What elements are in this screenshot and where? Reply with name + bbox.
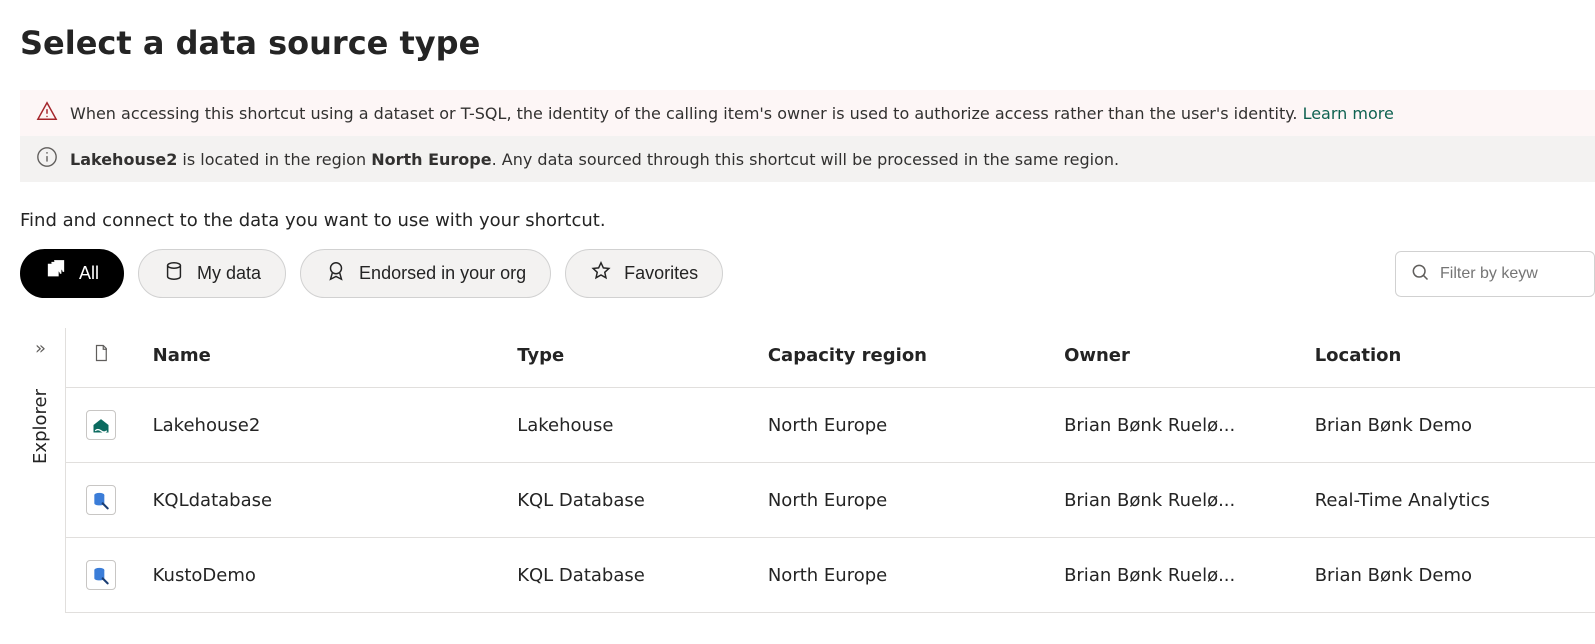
info-icon: [36, 146, 58, 172]
filter-favorites-label: Favorites: [624, 263, 698, 284]
cell-name: KustoDemo: [137, 538, 502, 613]
chevron-expand-icon[interactable]: »: [35, 338, 46, 359]
ribbon-icon: [325, 260, 347, 287]
cell-type: KQL Database: [501, 538, 752, 613]
filter-mydata-button[interactable]: My data: [138, 249, 286, 298]
filter-endorsed-button[interactable]: Endorsed in your org: [300, 249, 551, 298]
cell-location: Brian Bønk Demo: [1299, 538, 1595, 613]
filter-toolbar: All My data Endorsed in your org Favorit…: [20, 249, 1595, 298]
explorer-rail: » Explorer: [20, 328, 65, 613]
filter-all-button[interactable]: All: [20, 249, 124, 298]
search-input[interactable]: [1440, 265, 1580, 283]
cell-location: Real-Time Analytics: [1299, 463, 1595, 538]
star-icon: [590, 260, 612, 287]
cell-region: North Europe: [752, 538, 1048, 613]
cell-owner: Brian Bønk Ruelø...: [1048, 538, 1299, 613]
col-header-region[interactable]: Capacity region: [752, 328, 1048, 388]
col-header-name[interactable]: Name: [137, 328, 502, 388]
cell-type: KQL Database: [501, 463, 752, 538]
search-box[interactable]: [1395, 251, 1595, 297]
filter-mydata-label: My data: [197, 263, 261, 284]
info-banner: Lakehouse2 is located in the region Nort…: [20, 136, 1595, 182]
cell-name: Lakehouse2: [137, 388, 502, 463]
item-type-icon: [66, 538, 137, 613]
col-header-location[interactable]: Location: [1299, 328, 1595, 388]
page-title: Select a data source type: [20, 24, 1595, 62]
stack-icon: [45, 260, 67, 287]
filter-endorsed-label: Endorsed in your org: [359, 263, 526, 284]
database-icon: [163, 260, 185, 287]
datasource-table: Name Type Capacity region Owner Location…: [66, 328, 1595, 613]
search-icon: [1410, 262, 1430, 286]
file-icon: [92, 348, 110, 369]
col-header-type[interactable]: Type: [501, 328, 752, 388]
warning-text: When accessing this shortcut using a dat…: [70, 104, 1394, 123]
explorer-label: Explorer: [30, 389, 51, 464]
cell-region: North Europe: [752, 388, 1048, 463]
cell-type: Lakehouse: [501, 388, 752, 463]
filter-all-label: All: [79, 263, 99, 284]
item-type-icon: [66, 463, 137, 538]
filter-favorites-button[interactable]: Favorites: [565, 249, 723, 298]
learn-more-link[interactable]: Learn more: [1303, 104, 1394, 123]
cell-owner: Brian Bønk Ruelø...: [1048, 463, 1299, 538]
warning-icon: [36, 100, 58, 126]
warning-banner: When accessing this shortcut using a dat…: [20, 90, 1595, 136]
table-row[interactable]: KQLdatabaseKQL DatabaseNorth EuropeBrian…: [66, 463, 1595, 538]
col-header-owner[interactable]: Owner: [1048, 328, 1299, 388]
table-row[interactable]: KustoDemoKQL DatabaseNorth EuropeBrian B…: [66, 538, 1595, 613]
cell-location: Brian Bønk Demo: [1299, 388, 1595, 463]
info-text: Lakehouse2 is located in the region Nort…: [70, 150, 1119, 169]
cell-region: North Europe: [752, 463, 1048, 538]
col-header-icon: [66, 328, 137, 388]
cell-owner: Brian Bønk Ruelø...: [1048, 388, 1299, 463]
cell-name: KQLdatabase: [137, 463, 502, 538]
item-type-icon: [66, 388, 137, 463]
table-row[interactable]: Lakehouse2LakehouseNorth EuropeBrian Bøn…: [66, 388, 1595, 463]
subhead: Find and connect to the data you want to…: [20, 210, 1595, 231]
